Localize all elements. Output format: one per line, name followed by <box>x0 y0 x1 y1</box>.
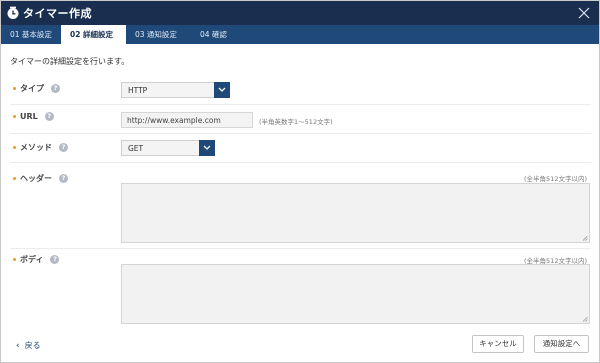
header-label: ヘッダー <box>20 174 52 183</box>
url-label-row: URL ? <box>13 112 54 121</box>
help-icon[interactable]: ? <box>44 112 54 121</box>
type-label-row: タイプ ? <box>13 83 60 94</box>
cancel-button[interactable]: キャンセル <box>472 335 524 353</box>
type-select[interactable]: HTTP <box>121 82 230 98</box>
resize-handle-icon[interactable] <box>582 316 588 322</box>
next-notification-settings-button[interactable]: 通知設定へ <box>534 335 589 353</box>
bullet-icon <box>13 87 16 90</box>
header-textarea[interactable] <box>121 183 590 243</box>
help-icon[interactable]: ? <box>50 255 60 264</box>
method-label-row: メソッド ? <box>13 142 68 153</box>
url-input[interactable] <box>121 112 253 128</box>
url-hint: (半角英数字1～512文字) <box>259 118 333 126</box>
tab-basic-settings[interactable]: 01 基本設定 <box>1 25 61 44</box>
timer-create-dialog: タイマー作成 01 基本設定 02 詳細設定 03 通知設定 04 確認 タイマ… <box>0 0 600 363</box>
divider <box>10 133 591 134</box>
header-label-row: ヘッダー ? <box>13 173 68 184</box>
intro-text: タイマーの詳細設定を行います。 <box>10 57 130 66</box>
resize-handle-icon[interactable] <box>582 235 588 241</box>
tab-notification-settings[interactable]: 03 通知設定 <box>126 25 191 44</box>
bullet-icon <box>13 177 16 180</box>
type-select-value: HTTP <box>128 86 148 95</box>
header-hint: (全半角512文字以内) <box>524 175 587 183</box>
back-link[interactable]: ‹ 戻る <box>16 340 41 351</box>
body-label-row: ボディ ? <box>13 254 60 265</box>
clock-icon <box>7 6 19 19</box>
title-bar: タイマー作成 <box>1 1 599 25</box>
back-label: 戻る <box>24 341 41 350</box>
tab-confirm[interactable]: 04 確認 <box>191 25 239 44</box>
help-icon[interactable]: ? <box>59 174 68 183</box>
method-label: メソッド <box>20 143 52 152</box>
divider <box>10 104 591 105</box>
method-select[interactable]: GET <box>121 140 215 156</box>
body-label: ボディ <box>20 255 44 264</box>
method-select-value: GET <box>128 144 144 153</box>
step-tabs: 01 基本設定 02 詳細設定 03 通知設定 04 確認 <box>1 25 599 44</box>
divider <box>10 248 591 249</box>
close-icon[interactable] <box>575 4 593 22</box>
type-label: タイプ <box>20 84 44 93</box>
chevron-down-icon[interactable] <box>199 140 215 156</box>
bullet-icon <box>13 258 16 261</box>
body-textarea[interactable] <box>121 264 590 324</box>
chevron-down-icon[interactable] <box>214 82 230 98</box>
tab-detail-settings[interactable]: 02 詳細設定 <box>61 25 126 44</box>
chevron-left-icon: ‹ <box>16 340 20 351</box>
help-icon[interactable]: ? <box>59 143 68 152</box>
help-icon[interactable]: ? <box>51 84 60 93</box>
divider <box>10 162 591 163</box>
bullet-icon <box>13 146 16 149</box>
dialog-title: タイマー作成 <box>23 7 92 20</box>
url-label: URL <box>20 112 38 121</box>
bullet-icon <box>13 115 16 118</box>
tab-bar-filler <box>239 25 599 44</box>
